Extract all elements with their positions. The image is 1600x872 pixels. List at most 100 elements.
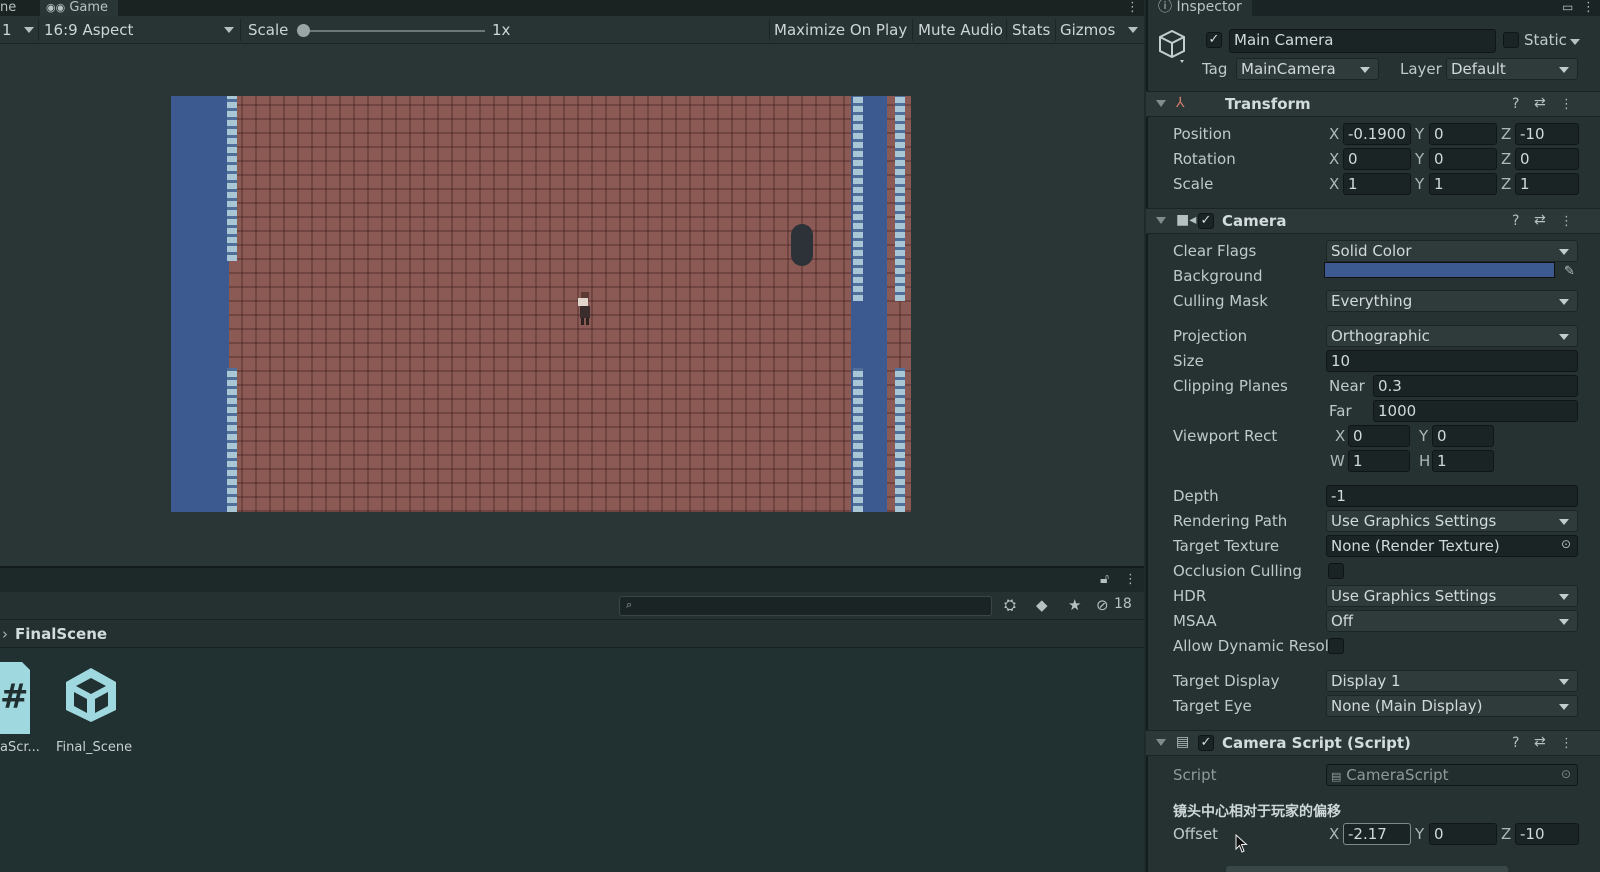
gizmos-chevron-icon[interactable] xyxy=(1128,27,1138,33)
clear-flags-label: Clear Flags xyxy=(1173,242,1257,260)
breadcrumb-folder[interactable]: FinalScene xyxy=(15,620,107,648)
search-icon: ⌕ xyxy=(626,598,633,611)
near-clip-field[interactable]: 0.3 xyxy=(1373,375,1578,397)
fold-chevron-icon[interactable] xyxy=(1156,739,1166,746)
preset-icon[interactable]: ⇄ xyxy=(1534,95,1546,111)
camera-script-header[interactable]: ▤ ✓ Camera Script (Script) ? ⇄ ⋮ xyxy=(1146,730,1600,756)
projection-label: Projection xyxy=(1173,327,1248,345)
project-menu-icon[interactable]: ⋮ xyxy=(1124,573,1137,586)
static-chevron-icon[interactable] xyxy=(1570,39,1580,45)
viewport-h-field[interactable]: 1 xyxy=(1432,450,1494,472)
game-menu-icon[interactable]: ⋮ xyxy=(1126,1,1139,14)
static-checkbox[interactable] xyxy=(1503,32,1519,48)
position-z-field[interactable]: -10 xyxy=(1515,123,1579,145)
viewport-x-field[interactable]: 0 xyxy=(1348,425,1410,447)
transform-header[interactable]: ⅄ Transform ? ⇄ ⋮ xyxy=(1146,91,1600,117)
active-checkbox[interactable]: ✓ xyxy=(1206,32,1222,48)
offset-y-field[interactable]: 0 xyxy=(1429,823,1497,845)
fold-chevron-icon[interactable] xyxy=(1156,100,1166,107)
viewport-y-field[interactable]: 0 xyxy=(1432,425,1494,447)
project-search-input[interactable]: ⌕ xyxy=(619,596,992,616)
clear-flags-dropdown[interactable]: Solid Color xyxy=(1326,240,1578,262)
tag-dropdown[interactable]: MainCamera xyxy=(1236,58,1379,80)
rotation-y-field[interactable]: 0 xyxy=(1429,148,1497,170)
component-menu-icon[interactable]: ⋮ xyxy=(1560,215,1573,228)
maximize-icon[interactable]: ▭ xyxy=(1562,0,1573,14)
preset-icon[interactable]: ⇄ xyxy=(1534,734,1546,750)
maximize-on-play-button[interactable]: Maximize On Play xyxy=(774,19,907,41)
tab-inspector[interactable]: ⓘ Inspector xyxy=(1148,0,1252,16)
rotation-label: Rotation xyxy=(1173,150,1236,168)
scale-y-field[interactable]: 1 xyxy=(1429,173,1497,195)
offset-z-field[interactable]: -10 xyxy=(1515,823,1579,845)
z-axis-label: Z xyxy=(1501,150,1512,168)
rendering-path-dropdown[interactable]: Use Graphics Settings xyxy=(1326,510,1578,532)
aspect-dropdown[interactable]: 16:9 Aspect xyxy=(44,19,133,41)
component-menu-icon[interactable]: ⋮ xyxy=(1560,98,1573,111)
inspector-menu-icon[interactable]: ⋮ xyxy=(1582,1,1595,14)
mute-audio-button[interactable]: Mute Audio xyxy=(918,19,1003,41)
offset-x-field[interactable]: -2.17 xyxy=(1343,823,1411,845)
camera-enabled-checkbox[interactable]: ✓ xyxy=(1198,213,1214,229)
help-icon[interactable]: ? xyxy=(1512,96,1519,112)
target-texture-field[interactable]: None (Render Texture) xyxy=(1326,535,1578,557)
size-field[interactable]: 10 xyxy=(1326,350,1578,372)
eyedropper-icon[interactable]: ✎ xyxy=(1564,264,1575,279)
script-enabled-checkbox[interactable]: ✓ xyxy=(1198,735,1214,751)
tab-game[interactable]: ◉◉ Game xyxy=(40,0,119,16)
left-rail-bottom xyxy=(227,368,237,512)
dynamic-resolution-checkbox[interactable] xyxy=(1328,638,1344,654)
target-eye-dropdown[interactable]: None (Main Display) xyxy=(1326,695,1578,717)
rotation-z-field[interactable]: 0 xyxy=(1515,148,1579,170)
gamepad-icon: ◉◉ xyxy=(46,1,66,14)
scale-slider-track[interactable] xyxy=(300,30,485,32)
lock-icon[interactable]: 🔓︎ xyxy=(1100,571,1109,587)
asset-final-scene[interactable]: Final_Scene xyxy=(54,662,134,762)
layer-label: Layer xyxy=(1400,60,1442,78)
display-dropdown[interactable]: 1 xyxy=(2,19,12,41)
info-icon: ⓘ xyxy=(1158,0,1172,15)
fold-chevron-icon[interactable] xyxy=(1156,217,1166,224)
position-x-field[interactable]: -0.1900 xyxy=(1343,123,1411,145)
hdr-dropdown[interactable]: Use Graphics Settings xyxy=(1326,585,1578,607)
hidden-packages-icon[interactable]: ⊘ xyxy=(1096,596,1109,614)
scale-x-field[interactable]: 1 xyxy=(1343,173,1411,195)
culling-mask-label: Culling Mask xyxy=(1173,292,1268,310)
divider xyxy=(912,19,913,41)
component-menu-icon[interactable]: ⋮ xyxy=(1560,737,1573,750)
preset-icon[interactable]: ⇄ xyxy=(1534,212,1546,228)
filter-by-label-icon[interactable]: ◆ xyxy=(1036,596,1048,614)
gizmos-button[interactable]: Gizmos xyxy=(1060,19,1115,41)
layer-dropdown[interactable]: Default xyxy=(1446,58,1578,80)
msaa-dropdown[interactable]: Off xyxy=(1326,610,1578,632)
occlusion-culling-checkbox[interactable] xyxy=(1328,563,1344,579)
scale-z-field[interactable]: 1 xyxy=(1515,173,1579,195)
asset-csharp-script[interactable]: # aScr... xyxy=(0,662,46,762)
x-axis-label: X xyxy=(1335,427,1346,445)
game-viewport[interactable] xyxy=(171,96,911,512)
projection-dropdown[interactable]: Orthographic xyxy=(1326,325,1578,347)
divider xyxy=(769,19,770,41)
filter-by-type-icon[interactable]: ⛭ xyxy=(1004,596,1016,614)
culling-mask-dropdown[interactable]: Everything xyxy=(1326,290,1578,312)
script-file-icon: ▤ xyxy=(1331,770,1342,783)
x-axis-label: X xyxy=(1329,125,1340,143)
camera-header[interactable]: ■◂ ✓ Camera ? ⇄ ⋮ xyxy=(1146,208,1600,234)
object-picker-icon[interactable]: ⊙ xyxy=(1561,537,1571,551)
favorite-star-icon[interactable]: ★ xyxy=(1068,596,1081,614)
rotation-x-field[interactable]: 0 xyxy=(1343,148,1411,170)
stats-button[interactable]: Stats xyxy=(1012,19,1050,41)
depth-field[interactable]: -1 xyxy=(1326,485,1578,507)
far-clip-field[interactable]: 1000 xyxy=(1373,400,1578,422)
scale-slider-handle[interactable] xyxy=(297,24,310,37)
background-color-field[interactable] xyxy=(1324,262,1555,278)
add-component-button[interactable] xyxy=(1226,866,1508,872)
help-icon[interactable]: ? xyxy=(1512,735,1519,751)
viewport-w-field[interactable]: 1 xyxy=(1348,450,1410,472)
offset-label: Offset xyxy=(1173,825,1219,843)
target-display-dropdown[interactable]: Display 1 xyxy=(1326,670,1578,692)
position-y-field[interactable]: 0 xyxy=(1429,123,1497,145)
previous-tab[interactable]: ne xyxy=(0,0,16,16)
object-name-field[interactable]: Main Camera xyxy=(1229,29,1496,53)
help-icon[interactable]: ? xyxy=(1512,213,1519,229)
